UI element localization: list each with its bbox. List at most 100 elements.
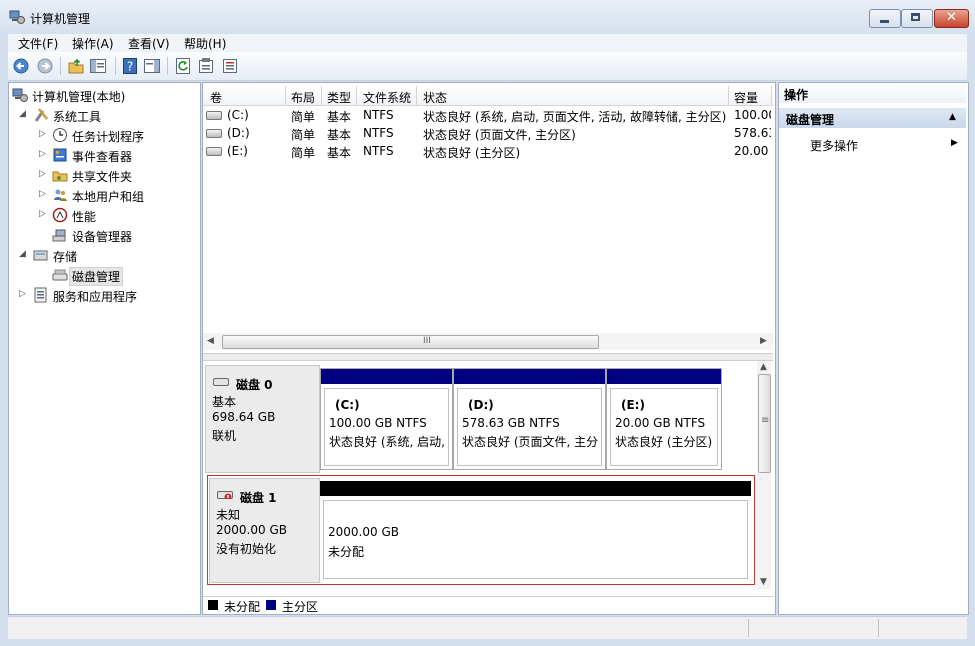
tree-item-label: 本地用户和组 — [72, 190, 145, 204]
status-bar — [8, 616, 967, 639]
expand-arrow-icon[interactable]: ▷ — [39, 169, 46, 179]
collapse-arrow-icon[interactable]: ◢ — [19, 249, 26, 259]
tree-item-label: 性能 — [72, 210, 97, 224]
action-label: 更多操作 — [810, 139, 859, 153]
export-list-button[interactable] — [221, 57, 239, 75]
disk-label-0[interactable]: 磁盘 0 基本 698.64 GB 联机 — [205, 365, 320, 473]
partition-(D:)[interactable]: (D:) 578.63 GB NTFS 状态良好 (页面文件, 主分 — [453, 368, 606, 470]
scroll-right-icon[interactable]: ▶ — [760, 336, 767, 346]
disk-label-1[interactable]: 磁盘 1 未知 2000.00 GB 没有初始化 — [209, 478, 320, 583]
tree-item-6[interactable]: ▷ 性能 — [9, 206, 198, 224]
help-button[interactable]: ? — [121, 57, 139, 75]
partition-unallocated[interactable]: 2000.00 GB 未分配 — [320, 481, 751, 579]
volume-cell: NTFS — [363, 108, 394, 122]
volume-cell: 基本 — [327, 146, 352, 160]
legend: 未分配 主分区 — [203, 596, 773, 614]
performance-icon — [52, 207, 68, 223]
disk-map-vertical-scrollbar[interactable]: ▲ ≡ ▼ — [757, 361, 771, 589]
horizontal-scroll-thumb[interactable]: III — [222, 335, 599, 349]
scroll-down-icon[interactable]: ▼ — [760, 577, 767, 587]
partition-body: (D:) 578.63 GB NTFS 状态良好 (页面文件, 主分 — [457, 388, 602, 466]
column-divider[interactable] — [356, 86, 357, 105]
action-more-actions[interactable]: 更多操作 ▶ — [779, 135, 966, 153]
column-header-4[interactable]: 状态 — [423, 89, 447, 106]
menu-item-0[interactable]: 文件(F) — [18, 35, 58, 52]
menu-item-3[interactable]: 帮助(H) — [184, 35, 226, 52]
expand-arrow-icon[interactable]: ▷ — [39, 149, 46, 159]
expand-arrow-icon[interactable]: ▷ — [19, 289, 26, 299]
disk-size: 2000.00 GB — [216, 523, 287, 537]
collapse-arrow-icon[interactable]: ◢ — [19, 109, 26, 119]
tree-item-label: 设备管理器 — [72, 230, 133, 244]
partition-letter: (C:) — [335, 398, 360, 412]
volume-list-horizontal-scrollbar[interactable]: ◀ III ▶ — [203, 333, 773, 350]
tree-item-2[interactable]: ▷ 任务计划程序 — [9, 126, 198, 144]
submenu-arrow-icon: ▶ — [951, 138, 958, 148]
tree-item-9[interactable]: 磁盘管理 — [9, 266, 198, 286]
up-folder-button[interactable] — [67, 57, 85, 75]
column-header-0[interactable]: 卷 — [210, 89, 222, 106]
column-header-2[interactable]: 类型 — [327, 89, 351, 106]
column-header-1[interactable]: 布局 — [291, 89, 315, 106]
back-button[interactable] — [12, 57, 30, 75]
volume-cell: 100.00 — [734, 108, 771, 122]
volume-row[interactable]: (E:)简单基本NTFS状态良好 (主分区)20.00 ( — [203, 142, 773, 160]
column-divider[interactable] — [416, 86, 417, 105]
refresh-button[interactable] — [174, 57, 192, 75]
actions-header: 操作 — [779, 83, 966, 103]
task-scheduler-icon — [53, 128, 67, 142]
partition-size: 100.00 GB NTFS — [329, 416, 427, 430]
disk-map: ▲ ≡ ▼ 磁盘 0 基本 698.64 GB 联机 (C:) 100.00 GB NTF… — [203, 361, 773, 596]
tree-item-3[interactable]: ▷ 事件查看器 — [9, 146, 198, 164]
expand-arrow-icon[interactable]: ▷ — [39, 209, 46, 219]
show-hide-console-tree-icon — [90, 59, 106, 73]
show-hide-console-tree-button[interactable] — [89, 57, 107, 75]
tree-item-5[interactable]: ▷ 本地用户和组 — [9, 186, 198, 204]
tree-item-7[interactable]: 设备管理器 — [9, 226, 198, 244]
column-header-3[interactable]: 文件系统 — [363, 89, 411, 106]
disk-type: 未知 — [216, 508, 241, 522]
tree-item-4[interactable]: ▷ 共享文件夹 — [9, 166, 198, 184]
partition-(C:)[interactable]: (C:) 100.00 GB NTFS 状态良好 (系统, 启动, — [320, 368, 453, 470]
expand-arrow-icon[interactable]: ▷ — [39, 129, 46, 139]
forward-button[interactable] — [36, 57, 54, 75]
column-divider[interactable] — [285, 86, 286, 105]
column-divider[interactable] — [771, 86, 772, 105]
maximize-button[interactable] — [901, 9, 933, 28]
legend-swatch — [266, 600, 276, 610]
column-divider[interactable] — [728, 86, 729, 105]
volume-row[interactable]: (C:) 简单 基本 NTFS 状态良好 (系统, 启动, 页面文件, 活动, 故障转储… — [203, 106, 773, 124]
actions-section-disk-management[interactable]: 磁盘管理 ▲ — [779, 108, 966, 128]
scroll-left-icon[interactable]: ◀ — [207, 336, 214, 346]
menu-item-2[interactable]: 查看(V) — [128, 35, 170, 52]
device-manager-icon — [52, 229, 66, 242]
tree-item-10[interactable]: ▷ 服务和应用程序 — [9, 286, 198, 304]
disk-icon — [213, 378, 229, 386]
actions-header-label: 操作 — [784, 88, 809, 102]
vertical-scroll-thumb[interactable]: ≡ — [758, 374, 771, 473]
tree-item-1[interactable]: ◢ 系统工具 — [9, 106, 198, 124]
volume-cell: 20.00 ( — [734, 144, 771, 158]
partition-size: 578.63 GB NTFS — [462, 416, 560, 430]
column-header-5[interactable]: 容量 — [734, 89, 758, 106]
partition-letter: (E:) — [621, 398, 645, 412]
column-divider[interactable] — [321, 86, 322, 105]
pane-splitter[interactable] — [203, 353, 773, 361]
tree-item-8[interactable]: ◢ 存储 — [9, 246, 198, 264]
minimize-button[interactable] — [869, 9, 901, 28]
menu-item-1[interactable]: 操作(A) — [72, 35, 114, 52]
show-hide-action-pane-button[interactable] — [143, 57, 161, 75]
disk-status: 没有初始化 — [216, 542, 277, 556]
volume-row[interactable]: (D:)简单基本NTFS状态良好 (页面文件, 主分区)578.63 — [203, 124, 773, 142]
actions-pane: 操作 磁盘管理 ▲ 更多操作 ▶ — [778, 82, 969, 615]
volume-cell: 基本 — [327, 128, 352, 142]
collapse-up-icon[interactable]: ▲ — [949, 112, 956, 122]
tree-item-0[interactable]: 计算机管理(本地) — [9, 86, 198, 104]
partition-(E:)[interactable]: (E:) 20.00 GB NTFS 状态良好 (主分区) — [606, 368, 722, 470]
scroll-up-icon[interactable]: ▲ — [760, 362, 767, 372]
expand-arrow-icon[interactable]: ▷ — [39, 189, 46, 199]
close-button[interactable]: ✕ — [934, 9, 969, 28]
partition-letter: (D:) — [468, 398, 494, 412]
properties-button[interactable] — [197, 57, 215, 75]
export-list-icon — [223, 59, 237, 73]
